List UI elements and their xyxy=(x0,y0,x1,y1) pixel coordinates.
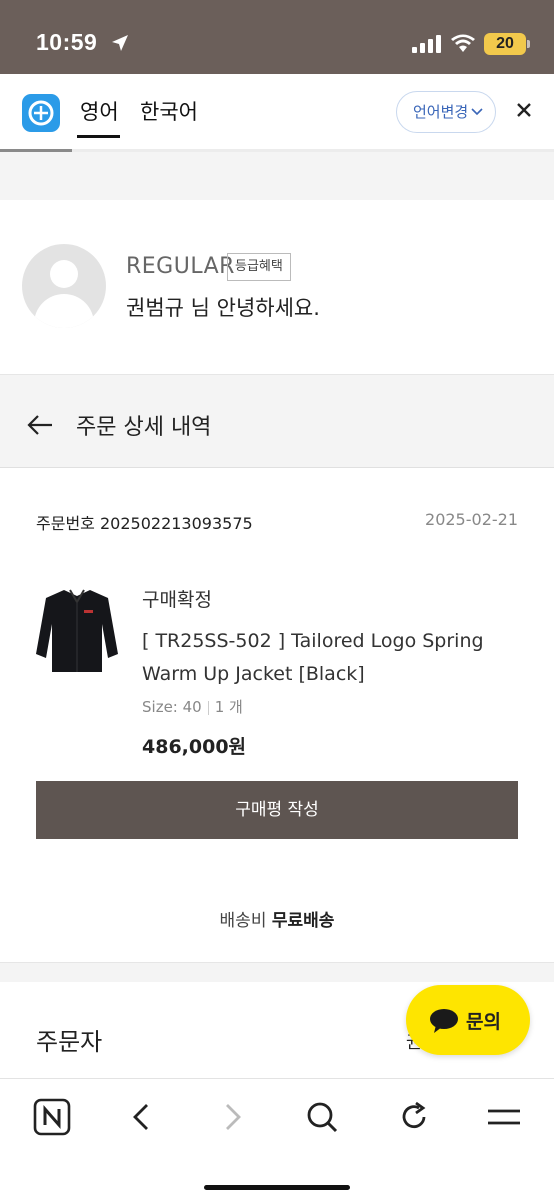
greeting-text: 권범규 님 안녕하세요. xyxy=(126,296,320,320)
shipping-label: 배송비 xyxy=(219,911,267,931)
order-status: 구매확정 xyxy=(142,589,212,611)
browser-toolbar xyxy=(0,1078,554,1200)
avatar xyxy=(22,244,106,328)
change-language-button[interactable]: 언어변경 xyxy=(396,91,496,133)
page-load-progress xyxy=(0,149,554,152)
home-indicator xyxy=(204,1185,350,1190)
tab-english[interactable]: 영어 xyxy=(80,96,119,126)
shipping-fee: 배송비 무료배송 xyxy=(0,906,554,931)
shipping-value: 무료배송 xyxy=(271,911,335,931)
section-gap xyxy=(0,962,554,982)
member-grade: REGULAR xyxy=(126,254,235,279)
status-bar: 10:59 20 xyxy=(0,0,554,74)
page-title: 주문 상세 내역 xyxy=(76,415,212,440)
member-panel: REGULAR 등급혜택 권범규 님 안녕하세요. xyxy=(0,200,554,374)
battery-indicator: 20 xyxy=(484,33,526,55)
product-thumbnail[interactable] xyxy=(34,584,120,676)
order-number-label: 주문번호 xyxy=(36,514,95,533)
order-number-value: 202502213093575 xyxy=(99,514,253,533)
battery-cap xyxy=(527,40,530,48)
translator-app-icon[interactable] xyxy=(22,94,60,132)
product-quantity: 1 개 xyxy=(214,698,243,716)
order-number: 주문번호 202502213093575 xyxy=(36,510,253,534)
selected-tab-indicator xyxy=(77,135,120,138)
back-arrow-icon[interactable] xyxy=(26,413,54,437)
naver-home-icon[interactable] xyxy=(32,1097,72,1137)
product-price: 486,000원 xyxy=(142,736,247,758)
menu-icon[interactable] xyxy=(484,1097,524,1137)
order-date: 2025-02-21 xyxy=(425,510,518,529)
grade-benefits-button[interactable]: 등급혜택 xyxy=(227,253,291,281)
order-detail: 주문번호 202502213093575 2025-02-21 구매확정 [ T… xyxy=(0,468,554,962)
product-size: Size: 40 xyxy=(142,698,202,716)
chat-bubble-icon xyxy=(430,1009,458,1033)
product-name[interactable]: [ TR25SS-502 ] Tailored Logo Spring Warm… xyxy=(142,625,502,691)
forward-icon[interactable] xyxy=(212,1097,252,1137)
cellular-signal-icon xyxy=(412,35,441,53)
tab-korean[interactable]: 한국어 xyxy=(140,96,198,126)
product-options: Size: 40 1 개 xyxy=(142,696,243,717)
back-icon[interactable] xyxy=(122,1097,162,1137)
wifi-icon xyxy=(451,34,475,52)
search-icon[interactable] xyxy=(302,1097,342,1137)
orderer-label: 주문자 xyxy=(36,1028,103,1056)
clock: 10:59 xyxy=(36,29,98,55)
close-icon[interactable] xyxy=(510,96,538,124)
page-header: 주문 상세 내역 xyxy=(0,374,554,468)
translate-bar: 영어 한국어 언어변경 xyxy=(0,74,554,150)
refresh-icon[interactable] xyxy=(394,1097,434,1137)
change-language-label: 언어변경 xyxy=(413,103,469,121)
location-arrow-icon xyxy=(112,35,128,51)
chevron-down-icon xyxy=(471,92,483,147)
write-review-button[interactable]: 구매평 작성 xyxy=(36,781,518,839)
inquiry-chat-button[interactable]: 문의 xyxy=(406,985,530,1055)
inquiry-label: 문의 xyxy=(466,1011,501,1033)
